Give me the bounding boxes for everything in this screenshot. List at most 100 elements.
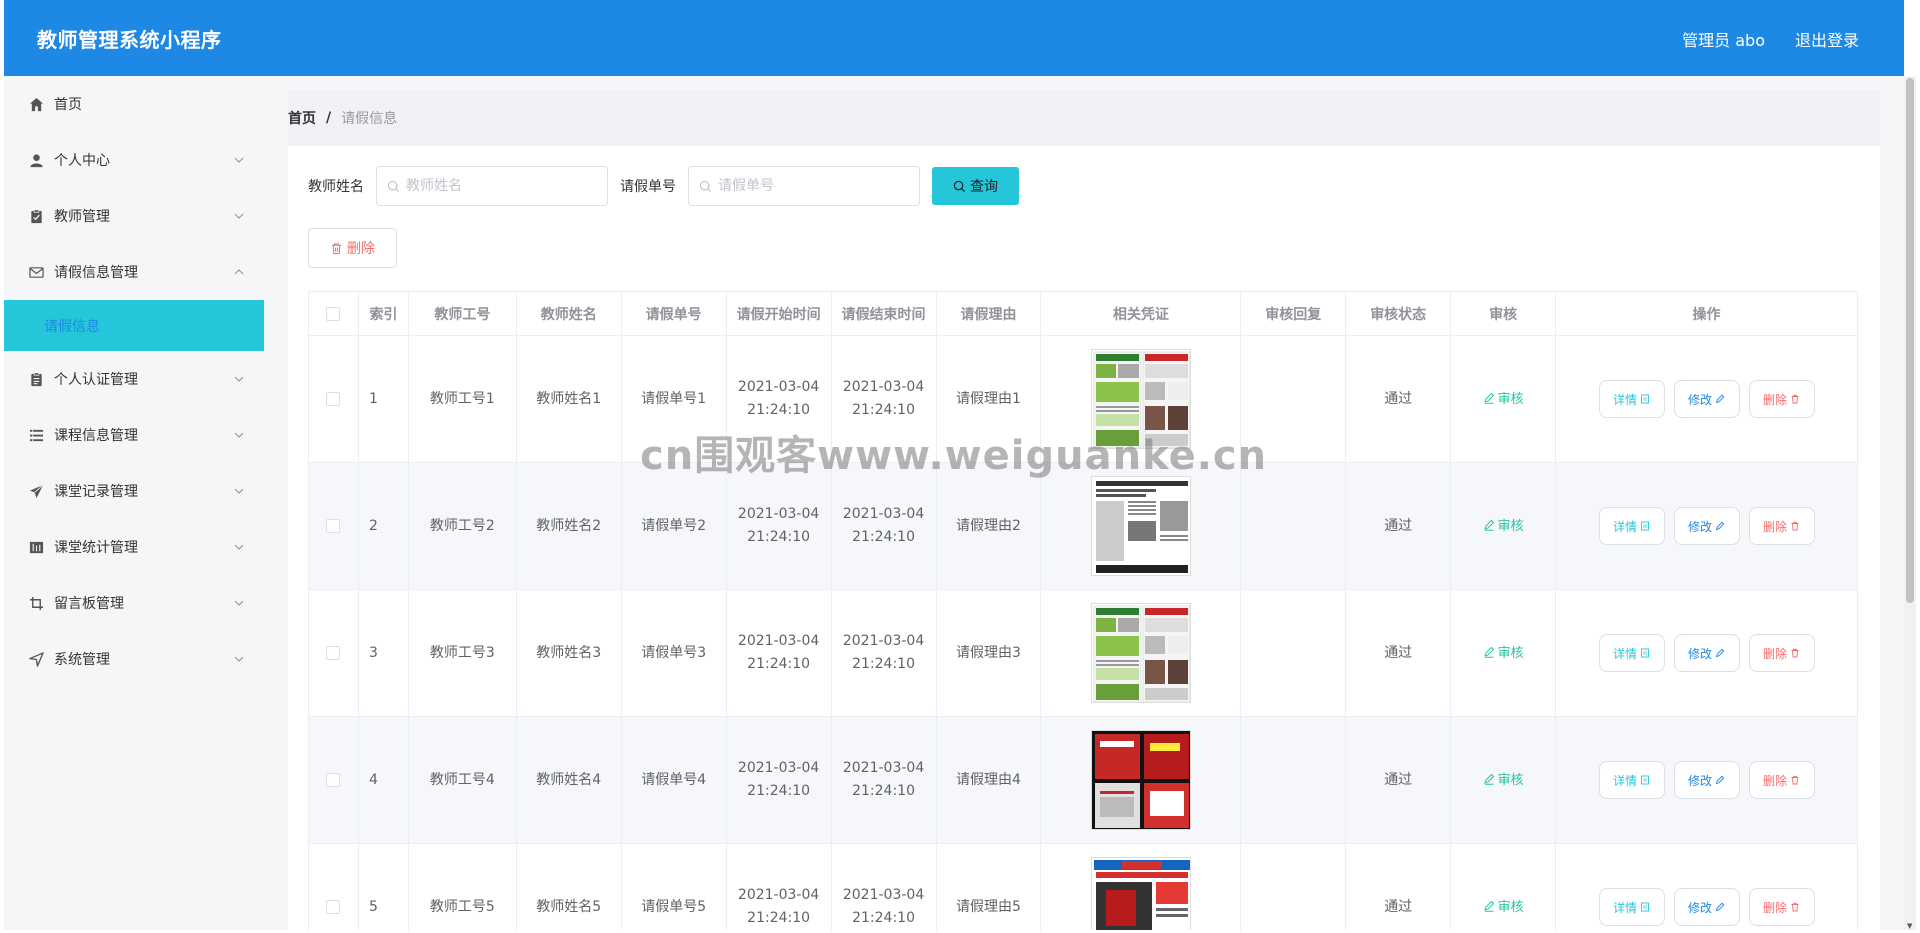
row-select-cell[interactable] [308,462,359,590]
cell-teacher-no: 教师工号3 [408,589,517,717]
edit-icon [1715,902,1725,912]
row-checkbox[interactable] [326,645,341,660]
select-all-checkbox[interactable] [326,306,341,321]
edit-button[interactable]: 修改 [1673,634,1740,672]
start-date: 2021-03-04 [737,887,820,903]
newspaper-qingdao-image[interactable] [1090,857,1191,930]
sidebar-item-home[interactable]: 首页 [4,76,264,132]
trash-icon [1791,648,1799,658]
newspaper-green-image[interactable] [1090,603,1191,703]
chevron-down-icon [234,209,244,219]
sidebar-item-certification-management[interactable]: 个人认证管理 [4,351,264,407]
query-button[interactable]: 查询 [932,167,1019,205]
leave-no-field[interactable] [688,166,920,206]
delete-button[interactable]: 删除 [1748,761,1815,799]
detail-button[interactable]: 详情 [1598,380,1665,418]
row-checkbox[interactable] [326,899,341,914]
sidebar-item-system-management[interactable]: 系统管理 [4,631,264,687]
audit-label: 审核 [1497,391,1524,407]
sidebar-item-class-record-management[interactable]: 课堂记录管理 [4,463,264,519]
audit-link[interactable]: 审核 [1483,646,1524,661]
trash-icon [1791,902,1799,912]
sidebar-item-label: 教师管理 [54,209,110,225]
logout-link[interactable]: 退出登录 [1795,27,1859,51]
cell-reason: 请假理由3 [936,589,1042,717]
scrollbar-thumb[interactable] [1906,78,1914,603]
edit-icon [1483,392,1494,404]
detail-button[interactable]: 详情 [1598,507,1665,545]
cell-status: 通过 [1345,716,1452,844]
cell-reply [1240,462,1347,590]
chevron-up-icon [234,265,244,275]
batch-delete-button[interactable]: 删除 [308,228,397,268]
sidebar-item-class-statistics-management[interactable]: 课堂统计管理 [4,519,264,575]
leave-no-input[interactable] [718,178,898,194]
app-title: 教师管理系统小程序 [37,28,222,52]
crop-icon [28,595,44,611]
newspaper-english-image[interactable] [1090,476,1191,576]
header-audit: 审核 [1450,291,1557,336]
cell-status: 通过 [1345,589,1452,717]
sidebar-item-course-management[interactable]: 课程信息管理 [4,407,264,463]
cell-leave-no: 请假单号1 [621,335,727,463]
delete-button[interactable]: 删除 [1748,380,1815,418]
cell-index: 1 [358,335,409,463]
cell-reason: 请假理由2 [936,462,1042,590]
newspaper-red-image[interactable] [1090,730,1191,830]
newspaper-green-image[interactable] [1090,349,1191,449]
audit-link[interactable]: 审核 [1483,773,1524,788]
row-checkbox[interactable] [326,391,341,406]
sidebar-item-leave-management[interactable]: 请假信息管理 [4,244,264,300]
document-icon [1641,394,1649,404]
audit-link[interactable]: 审核 [1483,900,1524,915]
select-all-cell[interactable] [308,291,359,336]
table-row: 5 教师工号5 教师姓名5 请假单号5 2021-03-04 21:24:10 2021-0… [308,843,1858,930]
document-icon [1641,648,1649,658]
edit-button[interactable]: 修改 [1673,761,1740,799]
row-checkbox[interactable] [326,772,341,787]
sidebar-subitem-leave-info[interactable]: 请假信息 [4,300,264,351]
edit-button[interactable]: 修改 [1673,507,1740,545]
admin-user-label[interactable]: 管理员 abo [1682,27,1765,51]
sidebar-item-message-board-management[interactable]: 留言板管理 [4,575,264,631]
teacher-name-field[interactable] [376,166,608,206]
delete-button[interactable]: 删除 [1748,507,1815,545]
scroll-down-arrow-icon[interactable]: ▼ [1907,922,1912,930]
end-time: 21:24:10 [852,656,915,672]
cell-reply [1240,843,1347,930]
row-select-cell[interactable] [308,716,359,844]
breadcrumb-separator: / [326,110,332,126]
detail-button[interactable]: 详情 [1598,634,1665,672]
cell-teacher-no: 教师工号4 [408,716,517,844]
sidebar-item-teacher-management[interactable]: 教师管理 [4,188,264,244]
audit-link[interactable]: 审核 [1483,392,1524,407]
cell-reason: 请假理由5 [936,843,1042,930]
edit-button[interactable]: 修改 [1673,380,1740,418]
row-checkbox[interactable] [326,518,341,533]
clipboard-icon [28,208,44,224]
list-icon [28,427,44,443]
header-end-time: 请假结束时间 [831,291,937,336]
sidebar-item-label: 课程信息管理 [54,428,138,444]
header-reply: 审核回复 [1240,291,1347,336]
detail-button[interactable]: 详情 [1598,761,1665,799]
sidebar-item-personal-center[interactable]: 个人中心 [4,132,264,188]
table-row: 1 教师工号1 教师姓名1 请假单号1 2021-03-04 21:24:10 2021-0… [308,335,1858,463]
row-select-cell[interactable] [308,335,359,463]
row-select-cell[interactable] [308,589,359,717]
teacher-name-input[interactable] [406,178,586,194]
delete-button[interactable]: 删除 [1748,888,1815,926]
cell-end-time: 2021-03-04 21:24:10 [831,843,937,930]
edit-button-label: 修改 [1688,519,1713,534]
cell-status: 通过 [1345,462,1452,590]
row-select-cell[interactable] [308,843,359,930]
audit-link[interactable]: 审核 [1483,519,1524,534]
top-header: 教师管理系统小程序 管理员 abo 退出登录 [4,0,1904,76]
vertical-scrollbar[interactable]: ▲ ▼ [1904,76,1916,930]
breadcrumb-home[interactable]: 首页 [288,108,316,128]
delete-button-label: 删除 [1763,773,1788,788]
search-icon [387,180,400,192]
edit-button[interactable]: 修改 [1673,888,1740,926]
delete-button[interactable]: 删除 [1748,634,1815,672]
detail-button[interactable]: 详情 [1598,888,1665,926]
